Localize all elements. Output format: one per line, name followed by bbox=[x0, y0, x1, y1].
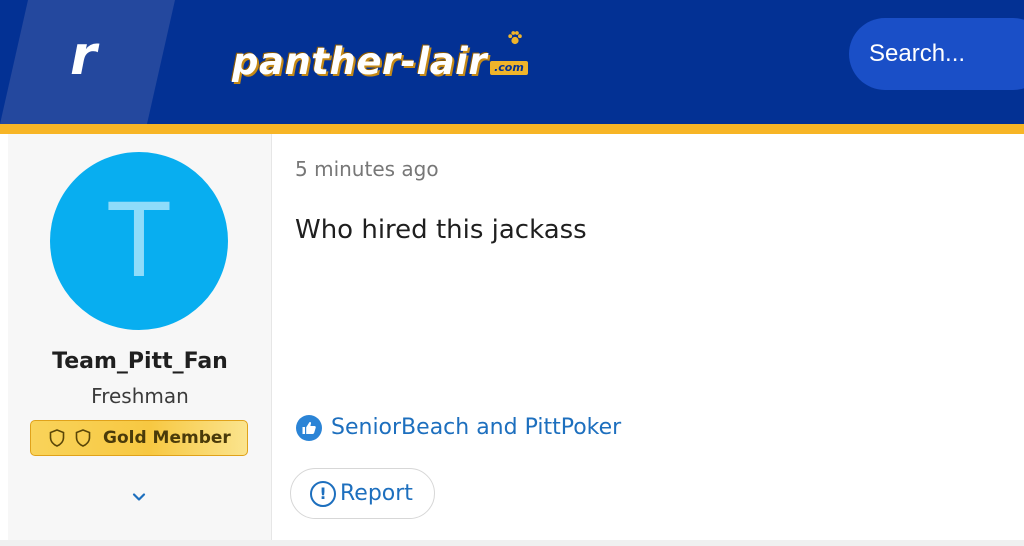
brand-name: panther-lair bbox=[232, 40, 488, 83]
chevron-down-icon[interactable] bbox=[129, 490, 149, 504]
paw-icon bbox=[508, 31, 522, 45]
site-header: r panther-lair .com Search... bbox=[0, 0, 1024, 124]
brand-tld: .com bbox=[490, 61, 528, 75]
alert-circle-icon: ! bbox=[310, 480, 336, 507]
author-username[interactable]: Team_Pitt_Fan bbox=[8, 348, 272, 376]
author-rank: Freshman bbox=[91, 384, 189, 408]
avatar-letter: T bbox=[106, 178, 172, 299]
avatar[interactable]: T bbox=[50, 152, 228, 330]
author-sidebar: T Team_Pitt_Fan Freshman Gold Member bbox=[8, 134, 272, 540]
post-content: Who hired this jackass bbox=[295, 215, 587, 245]
post-divider bbox=[0, 540, 1024, 546]
badge-label: Gold Member bbox=[103, 428, 231, 448]
post-timestamp[interactable]: 5 minutes ago bbox=[295, 156, 439, 182]
shield-icon bbox=[49, 429, 65, 447]
site-brand-logo[interactable]: panther-lair .com bbox=[232, 31, 528, 84]
reactions-summary[interactable]: SeniorBeach and PittPoker bbox=[296, 414, 621, 442]
shield-icon bbox=[75, 429, 91, 447]
rivals-logo[interactable]: r bbox=[70, 26, 120, 86]
search-box[interactable]: Search... bbox=[849, 18, 1024, 90]
reactions-users: SeniorBeach and PittPoker bbox=[331, 415, 622, 440]
search-placeholder: Search... bbox=[869, 40, 966, 67]
report-button[interactable]: ! Report bbox=[290, 468, 435, 519]
membership-badge: Gold Member bbox=[30, 420, 248, 456]
header-accent-bar bbox=[0, 124, 1024, 134]
thumbs-up-icon bbox=[296, 415, 322, 441]
report-label: Report bbox=[340, 480, 413, 506]
